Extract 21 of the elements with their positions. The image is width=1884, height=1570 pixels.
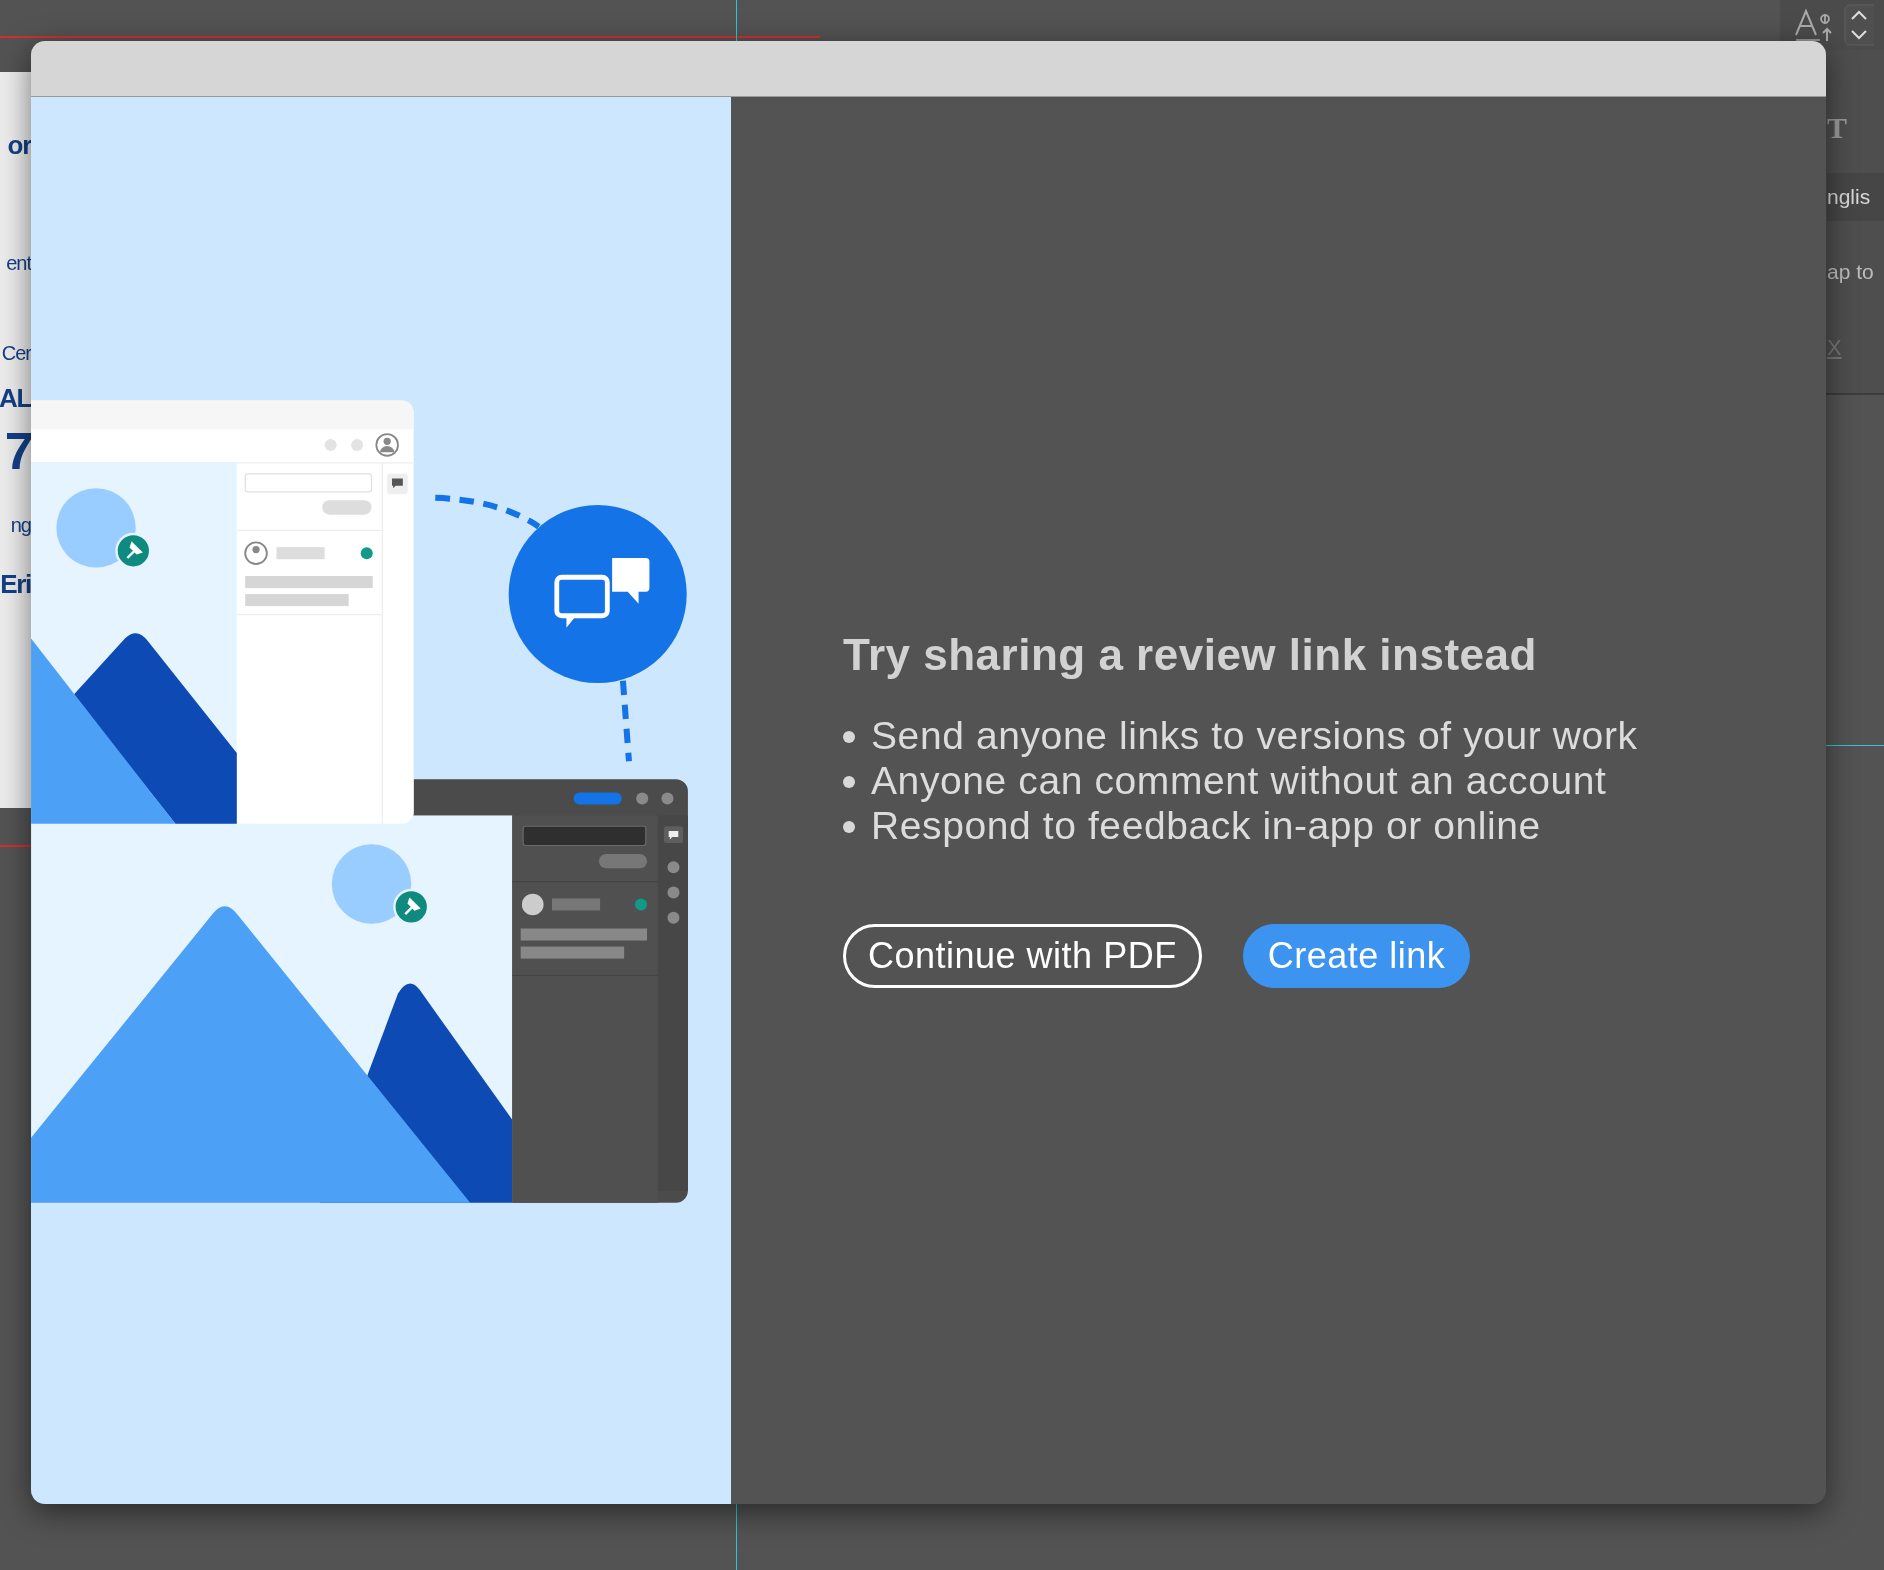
bullet-text: Anyone can comment without an account [871,758,1607,805]
bullet-icon [843,730,855,743]
continue-button[interactable]: Continue with PDF [843,924,1202,988]
bullet-icon [843,775,855,788]
document-text: Cer [1,343,31,363]
document-text: ng [10,515,31,535]
setting-label: ap to [1827,259,1874,286]
document-text: ent [6,253,31,273]
font-size-icon[interactable] [1794,7,1834,43]
document-text: Eri [0,571,31,597]
stepper-icon[interactable] [1844,4,1874,46]
type-glyph[interactable]: T [1827,104,1847,150]
language-field[interactable]: nglis [1827,173,1884,221]
bullet-text: Send anyone links to versions of your work [871,713,1638,760]
document-text: or [7,132,31,158]
create-link-button[interactable]: Create link [1242,924,1471,988]
bullet-icon [843,820,855,833]
document-text: AL [0,385,31,411]
dialog-heading: Try sharing a review link instead [843,629,1538,681]
bullet-text: Respond to feedback in-app or online [871,803,1541,850]
document-text: 7 [4,425,31,477]
